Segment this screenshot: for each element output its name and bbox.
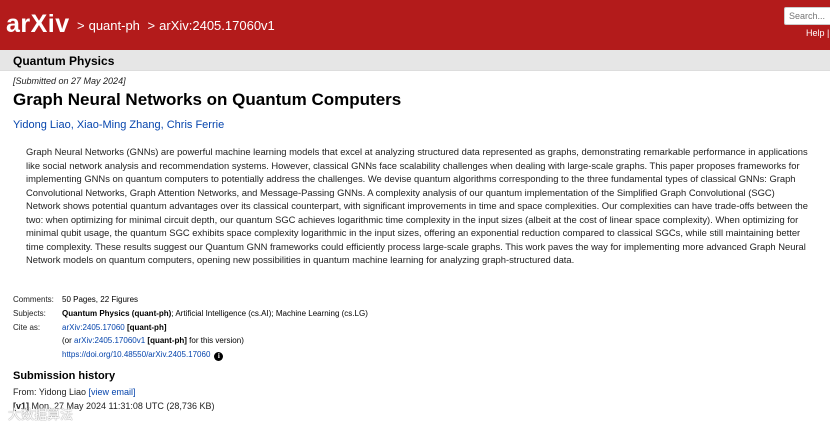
- search-input[interactable]: [784, 7, 830, 25]
- comments-label: Comments:: [13, 295, 54, 304]
- cite-version-tag: [quant-ph]: [147, 336, 187, 346]
- abstract-line: Network models on quantum computers, ope…: [26, 254, 575, 265]
- abstract-line: two: when optimizing for minimal circuit…: [26, 213, 799, 225]
- abstract-line: Network shows potential quantum advantag…: [26, 200, 808, 211]
- breadcrumb-quant-ph[interactable]: quant-ph: [89, 18, 140, 33]
- doi-row: https://doi.org/10.48550/arXiv.2405.1706…: [13, 348, 368, 362]
- breadcrumb: > quant-ph > arXiv:2405.17060v1: [77, 18, 275, 33]
- abstract-line: Graph Neural Networks (GNNs) are powerfu…: [26, 146, 808, 157]
- cite-version-link[interactable]: arXiv:2405.17060v1: [74, 336, 145, 345]
- submission-history-heading: Submission history: [13, 370, 116, 382]
- cite-arxiv-link[interactable]: arXiv:2405.17060: [62, 323, 125, 332]
- abstract-line: minimal qubit usage, the quantum SGC exh…: [26, 227, 801, 238]
- subject-title: Quantum Physics: [13, 54, 115, 68]
- cite-version-suffix: for this version): [186, 336, 244, 346]
- author-list: Yidong Liao, Xiao-Ming Zhang, Chris Ferr…: [13, 119, 225, 131]
- watermark: 大数据算法: [8, 407, 74, 422]
- author-link[interactable]: Yidong Liao: [13, 119, 71, 131]
- author-link[interactable]: Chris Ferrie: [167, 119, 224, 131]
- submission-from: From: Yidong Liao [view email]: [13, 387, 136, 397]
- metadata-table: Comments: 50 Pages, 22 Figures Subjects:…: [13, 293, 368, 362]
- from-text: From: Yidong Liao: [13, 387, 89, 397]
- cite-tag: [quant-ph]: [126, 322, 167, 332]
- primary-subject: Quantum Physics (quant-ph): [62, 308, 172, 318]
- paper-title: Graph Neural Networks on Quantum Compute…: [13, 90, 402, 109]
- author-link[interactable]: Xiao-Ming Zhang: [77, 119, 161, 131]
- submitted-date: [Submitted on 27 May 2024]: [13, 76, 126, 86]
- top-header: arXiv >quant-ph >arXiv:2405.17060v1 Help…: [0, 0, 830, 50]
- abstract-line: implementing GNNs on quantum computers t…: [26, 173, 796, 184]
- cite-or-prefix: (or: [62, 336, 74, 346]
- help-link[interactable]: Help | A: [806, 28, 830, 38]
- subjects-row: Subjects: Quantum Physics (quant-ph); Ar…: [13, 307, 368, 321]
- view-email-link[interactable]: [view email]: [89, 387, 136, 397]
- subjects-label: Subjects:: [13, 308, 46, 318]
- cite-row: Cite as: arXiv:2405.17060 [quant-ph]: [13, 321, 368, 335]
- subject-bar: Quantum Physics: [0, 50, 830, 71]
- doi-link[interactable]: https://doi.org/10.48550/arXiv.2405.1706…: [62, 350, 210, 359]
- comments-row: Comments: 50 Pages, 22 Figures: [13, 293, 368, 307]
- abstract-line: time complexity. These results suggest o…: [26, 240, 806, 252]
- info-icon[interactable]: i: [214, 352, 224, 362]
- comments-value: 50 Pages, 22 Figures: [62, 295, 139, 304]
- abstract: Graph Neural Networks (GNNs) are powerfu…: [26, 145, 816, 267]
- cite-version-row: (or arXiv:2405.17060v1 [quant-ph] for th…: [13, 334, 368, 348]
- arxiv-logo[interactable]: arXiv: [6, 10, 70, 39]
- abstract-line: like social network analysis and recomme…: [26, 159, 800, 171]
- cite-label: Cite as:: [13, 322, 41, 332]
- secondary-subjects: ; Artificial Intelligence (cs.AI); Machi…: [171, 308, 368, 318]
- breadcrumb-paper-id[interactable]: arXiv:2405.17060v1: [159, 18, 275, 33]
- abstract-line: Convolutional Networks, Graph Attention …: [26, 186, 775, 198]
